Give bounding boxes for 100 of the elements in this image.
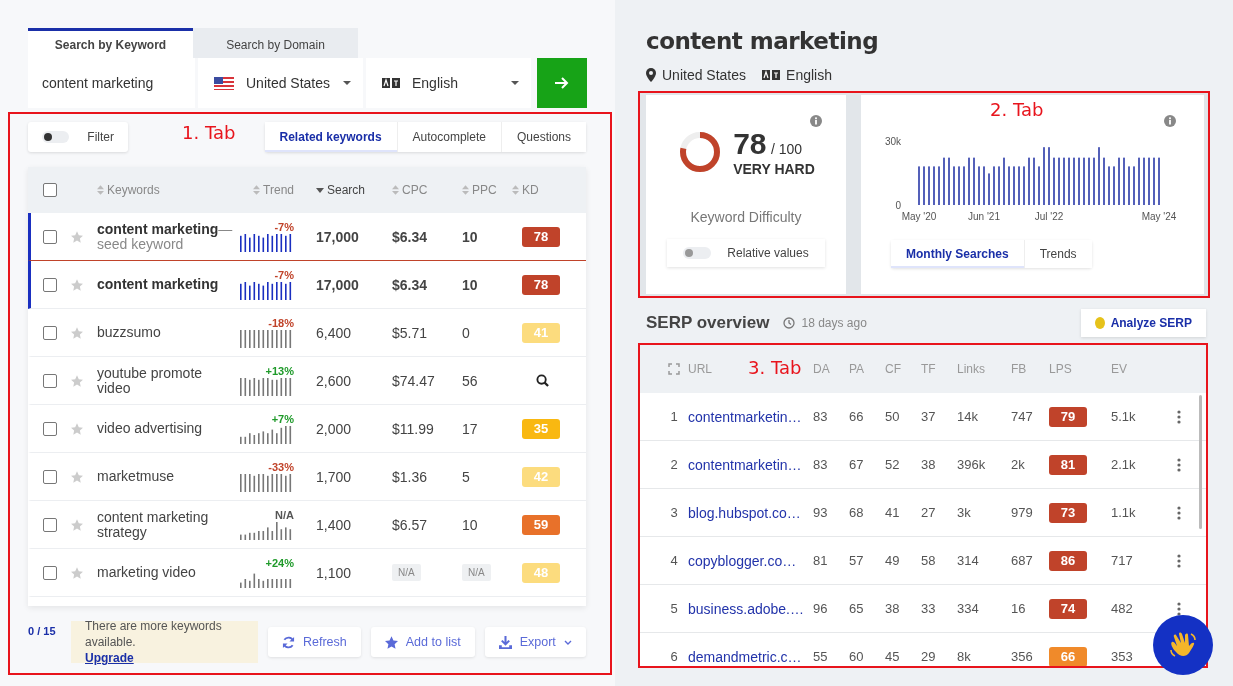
- rank-number: 4: [669, 553, 679, 568]
- row-checkbox[interactable]: [43, 469, 57, 484]
- language-select[interactable]: English: [366, 58, 531, 108]
- caret-icon: [343, 81, 351, 85]
- column-header[interactable]: Search: [327, 183, 366, 197]
- keyword-text[interactable]: buzzsumo: [97, 325, 238, 340]
- result-url[interactable]: contentmarketin…: [688, 408, 813, 425]
- metric-value: 33: [921, 601, 937, 616]
- filter-toggle[interactable]: Filter: [28, 122, 128, 152]
- keyword-text[interactable]: marketing video: [97, 565, 238, 580]
- metric-value: 27: [921, 505, 937, 520]
- star-icon[interactable]: [71, 278, 83, 291]
- ppc-value: 10: [462, 276, 479, 293]
- keyword-tab[interactable]: Questions: [500, 122, 586, 152]
- info-icon[interactable]: [1164, 115, 1176, 127]
- more-options-icon[interactable]: [1177, 457, 1181, 472]
- trend-sparkline: [240, 282, 294, 300]
- annotation-label: 3. Tab: [748, 357, 802, 378]
- trend-sparkline: [240, 522, 294, 540]
- star-icon[interactable]: [71, 230, 83, 243]
- metric-value: 356: [1011, 649, 1034, 664]
- metric-value: 67: [849, 457, 865, 472]
- difficulty-label: Keyword Difficulty: [690, 209, 802, 225]
- star-icon[interactable]: [71, 374, 83, 387]
- more-options-icon[interactable]: [1177, 505, 1181, 520]
- search-icon[interactable]: [536, 374, 549, 387]
- axis-label: 0: [895, 199, 901, 211]
- row-checkbox[interactable]: [43, 517, 57, 532]
- info-icon[interactable]: [810, 115, 822, 127]
- row-checkbox[interactable]: [43, 373, 57, 388]
- difficulty-badge: 78: [522, 274, 560, 295]
- keyword-text[interactable]: content marketing strategy: [97, 509, 238, 540]
- analyze-serp-button[interactable]: Analyze SERP: [1080, 309, 1206, 337]
- search-tab[interactable]: Search by Keyword: [28, 28, 193, 58]
- star-icon[interactable]: [71, 518, 83, 531]
- action-button[interactable]: Export: [484, 627, 586, 657]
- refresh-icon: [282, 635, 295, 649]
- country-select[interactable]: United States: [198, 58, 363, 108]
- lps-badge: 66: [1049, 646, 1087, 666]
- row-checkbox[interactable]: [43, 565, 57, 580]
- metric-value: 334: [957, 601, 980, 616]
- flag-icon: [214, 76, 234, 90]
- metric-value: 68: [849, 505, 865, 520]
- keyword-tab[interactable]: Related keywords: [264, 122, 397, 152]
- scrollbar[interactable]: [1199, 395, 1202, 529]
- lps-badge: 81: [1049, 454, 1087, 475]
- upgrade-link[interactable]: Upgrade: [85, 650, 134, 666]
- select-all-checkbox[interactable]: [43, 183, 57, 197]
- result-url[interactable]: contentmarketin…: [688, 456, 813, 473]
- chart-tab[interactable]: Trends: [1023, 240, 1092, 268]
- result-url[interactable]: copyblogger.co…: [688, 552, 813, 569]
- more-options-icon[interactable]: [1177, 409, 1181, 424]
- metric-value: 83: [813, 409, 829, 424]
- keyword-text[interactable]: content marketing— seed keyword: [97, 221, 238, 252]
- star-icon[interactable]: [71, 566, 83, 579]
- row-checkbox[interactable]: [43, 229, 57, 244]
- star-icon[interactable]: [71, 422, 83, 435]
- search-tab[interactable]: Search by Domain: [193, 28, 358, 58]
- relative-values-toggle[interactable]: Relative values: [667, 239, 825, 267]
- metric-value: 66: [849, 409, 865, 424]
- star-icon[interactable]: [71, 470, 83, 483]
- action-button[interactable]: Refresh: [268, 627, 361, 657]
- keyword-text[interactable]: video advertising: [97, 421, 238, 436]
- keyword-tab[interactable]: Autocomplete: [396, 122, 501, 152]
- metric-value: 16: [1011, 601, 1027, 616]
- metric-value: 2.1k: [1111, 457, 1137, 472]
- keyword-input[interactable]: content marketing: [28, 58, 195, 108]
- metric-value: 14k: [957, 409, 979, 424]
- cpc-value: $74.47: [392, 372, 436, 389]
- difficulty-badge: 78: [522, 226, 560, 247]
- download-icon: [498, 635, 512, 649]
- trend-percent: +7%: [271, 413, 294, 425]
- row-checkbox[interactable]: [43, 277, 57, 292]
- more-options-icon[interactable]: [1177, 553, 1181, 568]
- difficulty-score: 78: [733, 127, 767, 160]
- lps-badge: 86: [1049, 550, 1087, 571]
- search-volume: 17,000: [315, 228, 360, 245]
- expand-icon[interactable]: [668, 363, 680, 375]
- sort-down-icon[interactable]: [316, 187, 324, 193]
- star-icon[interactable]: [71, 326, 83, 339]
- trend-percent: -18%: [268, 317, 294, 329]
- metric-value: 5.1k: [1111, 409, 1137, 424]
- star-icon: [384, 635, 398, 649]
- row-checkbox[interactable]: [43, 421, 57, 436]
- metric-value: 93: [813, 505, 829, 520]
- result-url[interactable]: business.adobe.…: [688, 600, 813, 617]
- trend-percent: -7%: [274, 269, 294, 281]
- keyword-text[interactable]: youtube promote video: [97, 365, 238, 396]
- result-url[interactable]: blog.hubspot.co…: [688, 504, 813, 521]
- keyword-text[interactable]: content marketing: [97, 277, 238, 292]
- metric-value: 1.1k: [1111, 505, 1137, 520]
- metric-value: 687: [1011, 553, 1034, 568]
- row-checkbox[interactable]: [43, 325, 57, 340]
- keyword-text[interactable]: marketmuse: [97, 469, 238, 484]
- result-url[interactable]: demandmetric.c…: [688, 648, 813, 665]
- more-options-icon[interactable]: [1177, 601, 1181, 616]
- chart-tab[interactable]: Monthly Searches: [891, 240, 1024, 268]
- action-button[interactable]: Add to list: [370, 627, 475, 657]
- ppc-value: 56: [462, 372, 479, 389]
- difficulty-rating: VERY HARD: [733, 161, 815, 177]
